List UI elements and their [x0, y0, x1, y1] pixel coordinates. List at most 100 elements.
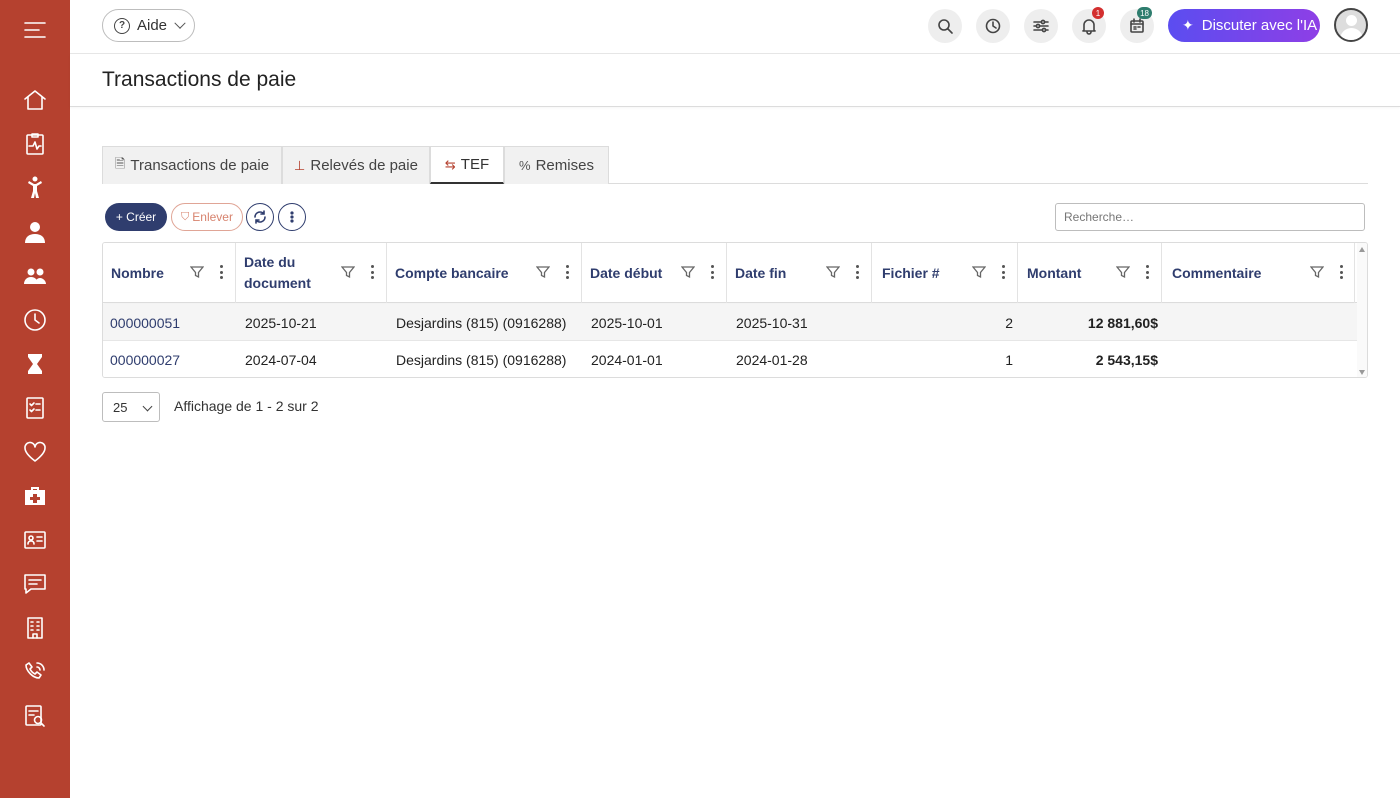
avatar[interactable]	[1334, 8, 1368, 42]
table-row[interactable]: 000000027 2024-07-04 Desjardins (815) (0…	[103, 341, 1357, 377]
filter-icon[interactable]	[971, 265, 987, 279]
search-button[interactable]	[928, 9, 962, 43]
building-icon[interactable]	[17, 610, 53, 646]
id-card-icon[interactable]	[17, 522, 53, 558]
data-grid: Nombre Date du document Compte bancaire …	[102, 242, 1368, 378]
column-menu-icon[interactable]	[854, 265, 860, 279]
column-menu-icon[interactable]	[369, 265, 375, 279]
tab-label: Transactions de paie	[130, 157, 270, 174]
cell-fichier: 2	[1005, 314, 1013, 331]
checklist-icon[interactable]	[17, 390, 53, 426]
clock-history-icon[interactable]	[17, 302, 53, 338]
page-size-select[interactable]: 25	[102, 392, 160, 422]
menu-icon[interactable]	[17, 12, 53, 48]
column-header-montant[interactable]: Montant	[1018, 243, 1162, 303]
chevron-down-icon	[174, 17, 186, 29]
stamp-icon: ⊥	[294, 157, 306, 173]
history-button[interactable]	[976, 9, 1010, 43]
cell-date-debut: 2025-10-01	[591, 314, 663, 331]
filter-icon[interactable]	[825, 265, 841, 279]
scroll-down-icon[interactable]	[1359, 370, 1365, 375]
tab-bar: 🗎 Transactions de paie ⊥ Relevés de paie…	[102, 146, 1368, 184]
tab-transactions-de-paie[interactable]: 🗎 Transactions de paie	[102, 146, 282, 184]
cell-compte-bancaire: Desjardins (815) (0916288)	[396, 314, 567, 331]
cell-montant: 12 881,60$	[1087, 314, 1158, 331]
cell-nombre[interactable]: 000000027	[110, 341, 180, 377]
search-input[interactable]	[1055, 203, 1365, 231]
clipboard-pulse-icon[interactable]	[17, 126, 53, 162]
filter-icon[interactable]	[189, 265, 205, 279]
cell-date-fin: 2024-01-28	[736, 351, 808, 368]
column-header-compte-bancaire[interactable]: Compte bancaire	[387, 243, 582, 303]
person-standing-icon[interactable]	[17, 170, 53, 206]
remove-filter-button[interactable]: ⛉ Enlever	[171, 203, 243, 231]
column-header-commentaire[interactable]: Commentaire	[1162, 243, 1355, 303]
calendar-icon	[1130, 18, 1144, 33]
report-search-icon[interactable]	[17, 698, 53, 734]
create-button[interactable]: + Créer	[105, 203, 167, 231]
filter-icon[interactable]	[340, 265, 356, 279]
column-header-fichier[interactable]: Fichier #	[872, 243, 1018, 303]
question-icon: ?	[114, 17, 130, 34]
table-row[interactable]: 000000051 2025-10-21 Desjardins (815) (0…	[103, 304, 1357, 341]
cell-date-fin: 2025-10-31	[736, 314, 808, 331]
chat-icon[interactable]	[17, 566, 53, 602]
column-menu-icon[interactable]	[709, 265, 715, 279]
column-header-nombre[interactable]: Nombre	[103, 243, 236, 303]
heart-icon[interactable]	[17, 434, 53, 470]
refresh-button[interactable]	[246, 203, 274, 231]
chevron-down-icon	[142, 401, 153, 412]
vertical-scrollbar[interactable]	[1357, 243, 1367, 377]
transfer-icon: ⇆	[444, 156, 456, 172]
users-icon[interactable]	[17, 258, 53, 294]
top-bar: ? Aide 1 18 ✦ Discuter avec l'IA	[70, 0, 1400, 54]
page-title: Transactions de paie	[102, 68, 297, 91]
notifications-button[interactable]: 1	[1072, 7, 1106, 43]
ai-chat-button[interactable]: ✦ Discuter avec l'IA	[1168, 9, 1320, 42]
phone-ringing-icon[interactable]	[17, 654, 53, 690]
tab-label: Remises	[535, 157, 594, 174]
medical-kit-icon[interactable]	[17, 478, 53, 514]
cell-date-document: 2025-10-21	[245, 314, 317, 331]
column-menu-icon[interactable]	[1000, 265, 1006, 279]
notifications-badge: 1	[1092, 7, 1104, 19]
column-menu-icon[interactable]	[1338, 265, 1344, 279]
cell-nombre[interactable]: 000000051	[110, 304, 180, 341]
tab-remises[interactable]: % Remises	[504, 146, 609, 184]
sparkle-icon: ✦	[1182, 17, 1194, 33]
column-menu-icon[interactable]	[1144, 265, 1150, 279]
sidebar	[0, 0, 70, 798]
remove-filter-label: Enlever	[192, 210, 233, 224]
more-options-button[interactable]	[278, 203, 306, 231]
column-header-date-fin[interactable]: Date fin	[727, 243, 872, 303]
document-icon: 🗎	[114, 155, 126, 171]
hourglass-icon[interactable]	[17, 346, 53, 382]
column-header-date-document[interactable]: Date du document	[236, 243, 387, 303]
column-header-date-debut[interactable]: Date début	[582, 243, 727, 303]
tab-label: TEF	[460, 156, 490, 173]
user-icon[interactable]	[17, 214, 53, 250]
search-icon	[938, 19, 953, 34]
tab-releves-de-paie[interactable]: ⊥ Relevés de paie	[282, 146, 430, 184]
pagination-info: Affichage de 1 - 2 sur 2	[174, 398, 319, 414]
refresh-icon	[254, 210, 266, 224]
grid-header: Nombre Date du document Compte bancaire …	[103, 243, 1357, 303]
tab-label: Relevés de paie	[310, 157, 418, 174]
tab-tef[interactable]: ⇆ TEF	[430, 146, 504, 184]
settings-sliders-button[interactable]	[1024, 9, 1058, 43]
help-button[interactable]: ? Aide	[102, 9, 195, 42]
column-menu-icon[interactable]	[218, 265, 224, 279]
filter-icon[interactable]	[1115, 265, 1131, 279]
scroll-up-icon[interactable]	[1359, 247, 1365, 252]
home-icon[interactable]	[17, 82, 53, 118]
bell-icon	[1082, 19, 1096, 35]
filter-icon[interactable]	[1309, 265, 1325, 279]
column-menu-icon[interactable]	[564, 265, 570, 279]
filter-icon[interactable]	[535, 265, 551, 279]
title-bar: Transactions de paie	[70, 54, 1400, 107]
filter-icon[interactable]	[680, 265, 696, 279]
help-label: Aide	[137, 17, 168, 34]
cell-date-document: 2024-07-04	[245, 351, 317, 368]
clock-icon	[985, 18, 1001, 34]
calendar-button[interactable]: 18	[1120, 7, 1154, 43]
